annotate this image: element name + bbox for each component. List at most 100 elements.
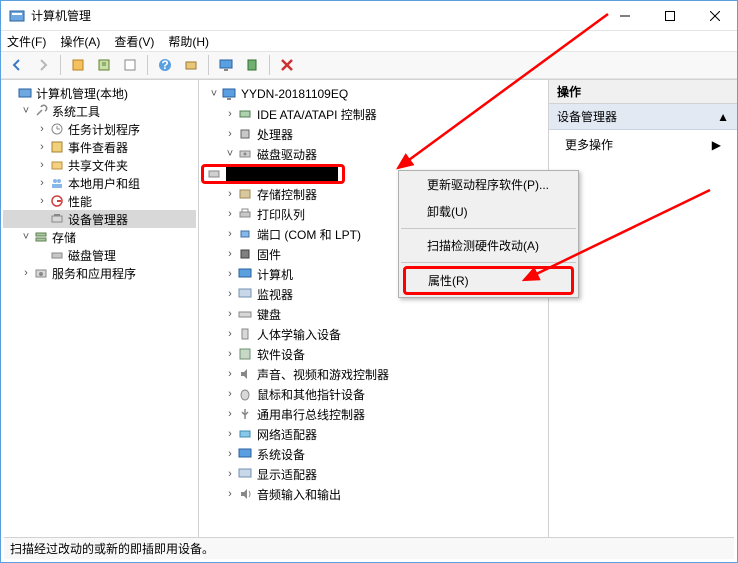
computer-mgmt-icon bbox=[17, 85, 33, 101]
dev-keyboards[interactable]: ›键盘 bbox=[201, 304, 546, 324]
tree-services[interactable]: › 服务和应用程序 bbox=[3, 264, 196, 282]
network-icon bbox=[237, 426, 253, 442]
perf-icon bbox=[49, 193, 65, 209]
ide-icon bbox=[237, 106, 253, 122]
left-tree-pane[interactable]: 计算机管理(本地) ˅ 系统工具 › 任务计划程序 › 事件查看器 › 共享文件… bbox=[1, 80, 199, 537]
dev-cpu[interactable]: ›处理器 bbox=[201, 124, 546, 144]
dev-selected-disk[interactable] bbox=[201, 164, 345, 184]
disk-item-icon bbox=[206, 166, 222, 182]
usb-icon bbox=[237, 406, 253, 422]
cm-separator bbox=[401, 262, 576, 263]
tree-shared-folders[interactable]: › 共享文件夹 bbox=[3, 156, 196, 174]
dev-root[interactable]: ˅ YYDN-20181109EQ bbox=[201, 84, 546, 104]
dev-network[interactable]: ›网络适配器 bbox=[201, 424, 546, 444]
menu-view[interactable]: 查看(V) bbox=[114, 33, 154, 50]
monitor-icon bbox=[237, 286, 253, 302]
disk-mgmt-icon bbox=[49, 247, 65, 263]
cm-separator bbox=[401, 228, 576, 229]
display-icon bbox=[237, 466, 253, 482]
chevron-right-icon: ▶ bbox=[712, 138, 721, 152]
toolbar-icon-2[interactable] bbox=[92, 53, 116, 77]
cpu-icon bbox=[237, 126, 253, 142]
collapse-arrow-icon: ▲ bbox=[717, 110, 729, 124]
tree-disk-mgmt[interactable]: 磁盘管理 bbox=[3, 246, 196, 264]
dev-usb[interactable]: ›通用串行总线控制器 bbox=[201, 404, 546, 424]
status-text: 扫描经过改动的或新的即插即用设备。 bbox=[10, 540, 214, 557]
tools-icon bbox=[33, 103, 49, 119]
actions-pane: 操作 设备管理器 ▲ 更多操作 ▶ bbox=[549, 80, 737, 537]
storage-icon bbox=[33, 229, 49, 245]
actions-more[interactable]: 更多操作 ▶ bbox=[549, 130, 737, 159]
minimize-button[interactable] bbox=[602, 1, 647, 31]
app-icon bbox=[9, 8, 25, 24]
dev-sound[interactable]: ›声音、视频和游戏控制器 bbox=[201, 364, 546, 384]
menu-help[interactable]: 帮助(H) bbox=[168, 33, 209, 50]
dev-disk-drives[interactable]: ˅磁盘驱动器 bbox=[201, 144, 546, 164]
menu-action[interactable]: 操作(A) bbox=[60, 33, 100, 50]
svg-text:?: ? bbox=[161, 58, 168, 72]
dev-ide[interactable]: ›IDE ATA/ATAPI 控制器 bbox=[201, 104, 546, 124]
device-tree-pane[interactable]: ˅ YYDN-20181109EQ ›IDE ATA/ATAPI 控制器 ›处理… bbox=[199, 80, 549, 537]
software-icon bbox=[237, 346, 253, 362]
content-area: 计算机管理(本地) ˅ 系统工具 › 任务计划程序 › 事件查看器 › 共享文件… bbox=[1, 79, 737, 537]
folder-share-icon bbox=[49, 157, 65, 173]
system-icon bbox=[237, 446, 253, 462]
window-title: 计算机管理 bbox=[31, 7, 602, 24]
forward-button[interactable] bbox=[31, 53, 55, 77]
tree-device-manager[interactable]: 设备管理器 bbox=[3, 210, 196, 228]
port-icon bbox=[237, 226, 253, 242]
mouse-icon bbox=[237, 386, 253, 402]
storage-ctrl-icon bbox=[237, 186, 253, 202]
back-button[interactable] bbox=[5, 53, 29, 77]
toolbar: ? bbox=[1, 51, 737, 79]
printer-icon bbox=[237, 206, 253, 222]
maximize-button[interactable] bbox=[647, 1, 692, 31]
users-icon bbox=[49, 175, 65, 191]
event-icon bbox=[49, 139, 65, 155]
cm-uninstall[interactable]: 卸载(U) bbox=[399, 198, 578, 225]
title-bar: 计算机管理 bbox=[1, 1, 737, 31]
disk-icon bbox=[237, 146, 253, 162]
cm-scan-hw[interactable]: 扫描检测硬件改动(A) bbox=[399, 232, 578, 259]
dev-hid[interactable]: ›人体学输入设备 bbox=[201, 324, 546, 344]
toolbar-delete-icon[interactable] bbox=[275, 53, 299, 77]
dev-audio[interactable]: ›音频输入和输出 bbox=[201, 484, 546, 504]
toolbar-icon-3[interactable] bbox=[118, 53, 142, 77]
dev-software[interactable]: ›软件设备 bbox=[201, 344, 546, 364]
device-mgr-icon bbox=[49, 211, 65, 227]
tree-root[interactable]: 计算机管理(本地) bbox=[3, 84, 196, 102]
context-menu: 更新驱动程序软件(P)... 卸载(U) 扫描检测硬件改动(A) 属性(R) bbox=[398, 170, 579, 298]
actions-header: 操作 bbox=[549, 80, 737, 104]
dev-mice[interactable]: ›鼠标和其他指针设备 bbox=[201, 384, 546, 404]
tree-storage[interactable]: ˅ 存储 bbox=[3, 228, 196, 246]
firmware-icon bbox=[237, 246, 253, 262]
tree-local-users[interactable]: › 本地用户和组 bbox=[3, 174, 196, 192]
toolbar-help-icon[interactable]: ? bbox=[153, 53, 177, 77]
keyboard-icon bbox=[237, 306, 253, 322]
actions-section[interactable]: 设备管理器 ▲ bbox=[549, 104, 737, 130]
computer-icon bbox=[221, 86, 237, 102]
toolbar-icon-1[interactable] bbox=[66, 53, 90, 77]
close-button[interactable] bbox=[692, 1, 737, 31]
dev-system[interactable]: ›系统设备 bbox=[201, 444, 546, 464]
toolbar-device-icon[interactable] bbox=[240, 53, 264, 77]
redacted-disk-name bbox=[226, 167, 338, 181]
menu-bar: 文件(F) 操作(A) 查看(V) 帮助(H) bbox=[1, 31, 737, 51]
toolbar-scan-icon[interactable] bbox=[179, 53, 203, 77]
cm-update-driver[interactable]: 更新驱动程序软件(P)... bbox=[399, 171, 578, 198]
tree-event-viewer[interactable]: › 事件查看器 bbox=[3, 138, 196, 156]
tree-performance[interactable]: › 性能 bbox=[3, 192, 196, 210]
clock-icon bbox=[49, 121, 65, 137]
dev-display[interactable]: ›显示适配器 bbox=[201, 464, 546, 484]
toolbar-monitor-icon[interactable] bbox=[214, 53, 238, 77]
computer-node-icon bbox=[237, 266, 253, 282]
hid-icon bbox=[237, 326, 253, 342]
menu-file[interactable]: 文件(F) bbox=[7, 33, 46, 50]
status-bar: 扫描经过改动的或新的即插即用设备。 bbox=[4, 537, 734, 559]
tree-system-tools[interactable]: ˅ 系统工具 bbox=[3, 102, 196, 120]
tree-task-scheduler[interactable]: › 任务计划程序 bbox=[3, 120, 196, 138]
sound-icon bbox=[237, 366, 253, 382]
audio-icon bbox=[237, 486, 253, 502]
services-icon bbox=[33, 265, 49, 281]
cm-properties[interactable]: 属性(R) bbox=[403, 266, 574, 295]
